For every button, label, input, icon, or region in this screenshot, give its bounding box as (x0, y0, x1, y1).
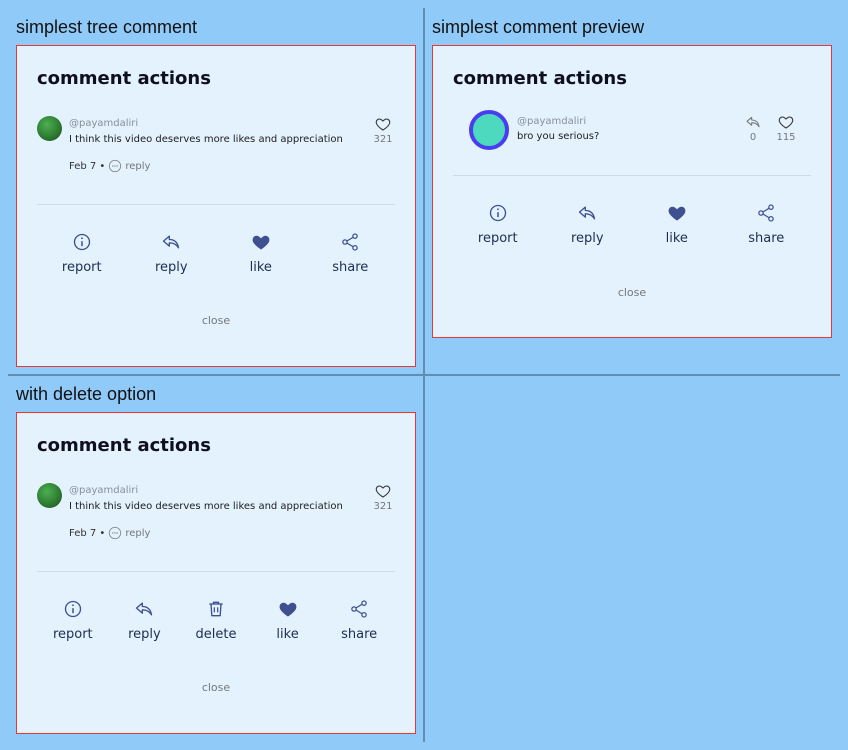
share-icon (758, 204, 775, 222)
comment-date: Feb 7 • (69, 527, 106, 539)
heart-filled-icon (668, 206, 686, 221)
comment-text: bro you serious? (517, 131, 600, 142)
trash-icon (209, 601, 223, 617)
report-action[interactable]: report (463, 203, 533, 246)
comment-actions-card-delete: comment actions @payamdaliri I think thi… (16, 412, 416, 734)
reply-icon (746, 116, 760, 128)
reply-action[interactable]: reply (136, 232, 206, 275)
comment-like-count: 321 (373, 134, 393, 145)
report-label: report (477, 231, 518, 246)
share-action[interactable]: share (324, 599, 394, 642)
comment-actions-card-preview: comment actions @payamdaliri bro you ser… (432, 45, 832, 338)
comment: @payamdaliri I think this video deserves… (37, 116, 395, 176)
comment-reply-stat[interactable]: 0 (741, 114, 765, 143)
comment-actions-card-tree: comment actions @payamdaliri I think thi… (16, 45, 416, 367)
like-label: like (249, 260, 272, 275)
comment-like-stat[interactable]: 321 (371, 116, 395, 145)
info-icon (73, 233, 90, 251)
comment-like-count: 321 (373, 501, 393, 512)
share-action[interactable]: share (315, 232, 385, 275)
comment-bubble-icon (109, 526, 122, 540)
share-action[interactable]: share (731, 203, 801, 246)
panel-title-tree: simplest tree comment (16, 17, 198, 37)
comment: @payamdaliri I think this video deserves… (37, 483, 395, 543)
heart-outline-icon (375, 485, 391, 498)
report-action[interactable]: report (38, 599, 108, 642)
close-button[interactable]: close (433, 286, 831, 299)
info-icon (64, 600, 81, 618)
avatar[interactable] (37, 116, 62, 141)
share-label: share (341, 627, 378, 642)
panel-title-delete: with delete option (16, 384, 157, 404)
comment-like-stat[interactable]: 321 (371, 483, 395, 512)
info-icon (489, 204, 506, 222)
reply-action[interactable]: reply (552, 203, 622, 246)
report-label: report (61, 260, 102, 275)
comment-like-stat[interactable]: 115 (774, 114, 798, 143)
separator (37, 571, 395, 572)
like-action[interactable]: like (253, 599, 323, 642)
delete-action[interactable]: delete (181, 599, 251, 642)
reply-icon (136, 602, 153, 616)
action-row: report reply like share (37, 232, 395, 275)
comment-username[interactable]: @payamdaliri (69, 118, 138, 129)
comment-like-count: 115 (776, 132, 796, 143)
share-icon (342, 233, 359, 251)
comment-text: I think this video deserves more likes a… (69, 134, 343, 145)
report-action[interactable]: report (47, 232, 117, 275)
comment-reply-link[interactable]: reply (125, 161, 150, 172)
horizontal-divider (8, 374, 840, 376)
action-row: report reply like share (453, 203, 811, 246)
comment-text: I think this video deserves more likes a… (69, 501, 343, 512)
heart-outline-icon (778, 116, 794, 129)
reply-action[interactable]: reply (109, 599, 179, 642)
avatar[interactable] (469, 110, 509, 150)
comment-meta: Feb 7 • reply (69, 159, 150, 173)
like-label: like (665, 231, 688, 246)
close-button[interactable]: close (17, 681, 415, 694)
comment-date: Feb 7 • (69, 160, 106, 172)
panel-title-preview: simplest comment preview (432, 17, 645, 37)
comment-reply-count: 0 (749, 132, 757, 143)
comment-meta: Feb 7 • reply (69, 526, 150, 540)
comment-username[interactable]: @payamdaliri (517, 116, 586, 127)
reply-icon (579, 206, 596, 220)
comment-bubble-icon (109, 159, 122, 173)
heart-filled-icon (252, 235, 270, 250)
like-label: like (276, 627, 299, 642)
avatar[interactable] (37, 483, 62, 508)
separator (453, 175, 811, 176)
comment-username[interactable]: @payamdaliri (69, 485, 138, 496)
share-icon (351, 600, 367, 618)
card-title: comment actions (453, 68, 627, 89)
comment-reply-link[interactable]: reply (125, 528, 150, 539)
delete-label: delete (195, 627, 237, 642)
report-label: report (52, 627, 93, 642)
share-label: share (332, 260, 369, 275)
like-action[interactable]: like (226, 232, 296, 275)
reply-icon (163, 235, 180, 249)
comment-preview: @payamdaliri bro you serious? 0 115 (453, 110, 811, 155)
heart-filled-icon (279, 602, 296, 617)
action-row: report reply delete like share (37, 599, 395, 642)
separator (37, 204, 395, 205)
heart-outline-icon (375, 118, 391, 131)
close-button[interactable]: close (17, 314, 415, 327)
reply-label: reply (570, 231, 604, 246)
card-title: comment actions (37, 435, 211, 456)
reply-label: reply (154, 260, 188, 275)
reply-label: reply (128, 627, 161, 642)
card-title: comment actions (37, 68, 211, 89)
like-action[interactable]: like (642, 203, 712, 246)
share-label: share (748, 231, 785, 246)
